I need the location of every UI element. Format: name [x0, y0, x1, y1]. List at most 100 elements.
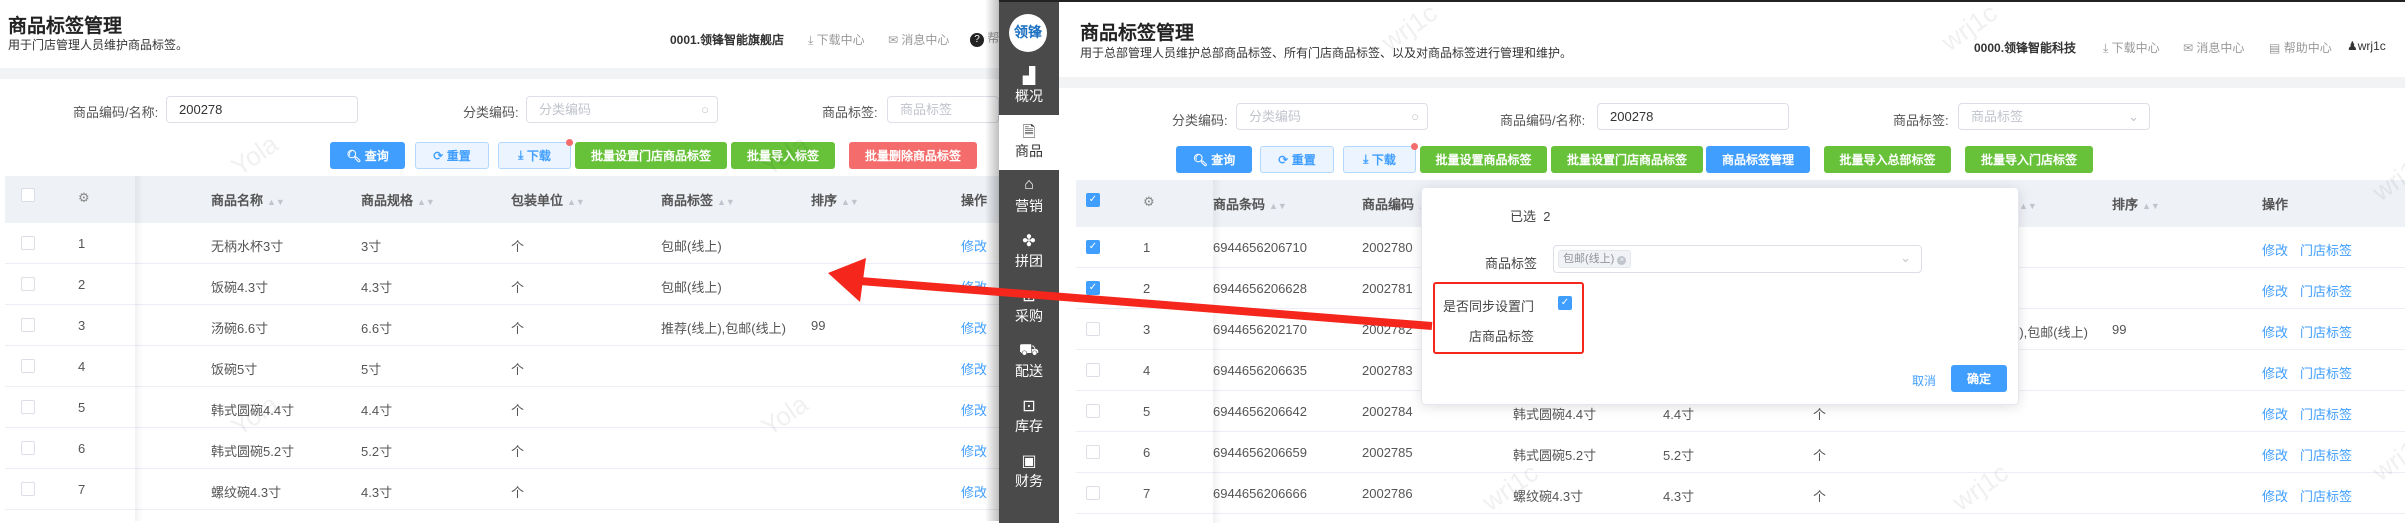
batch-tag-button[interactable]: 批量设置商品标签 — [1420, 146, 1547, 173]
store-tag-link[interactable]: 门店标签 — [2300, 240, 2352, 259]
column-header[interactable]: 排序 ▲▼ — [2112, 194, 2160, 213]
batch-import-button[interactable]: 批量导入标签 — [731, 142, 835, 169]
column-header[interactable]: 商品标签▲▼ — [661, 190, 735, 209]
page-subtitle: 用于总部管理人员维护总部商品标签、所有门店商品标签、以及对商品标签进行管理和维护… — [1080, 46, 1573, 60]
code-input[interactable]: 200278 — [166, 96, 358, 123]
edit-link[interactable]: 修改 — [961, 277, 987, 296]
confirm-button[interactable]: 确定 — [1951, 365, 2007, 392]
edit-link[interactable]: 修改 — [2262, 281, 2288, 300]
row-checkbox[interactable] — [21, 482, 35, 496]
row-checkbox[interactable]: ✓ — [1086, 240, 1100, 254]
sort-icon[interactable]: ▲▼ — [567, 197, 585, 207]
sidebar-item-3[interactable]: ✤ 拼团 — [999, 225, 1059, 280]
sidebar-item-4[interactable]: ⊞ 采购 — [999, 280, 1059, 335]
store-tag-link[interactable]: 门店标签 — [2300, 404, 2352, 423]
sort-icon[interactable]: ▲▼ — [417, 197, 435, 207]
batch-store-tag-button[interactable]: 批量设置门店商品标签 — [575, 142, 727, 169]
row-checkbox[interactable] — [21, 400, 35, 414]
row-checkbox[interactable] — [21, 277, 35, 291]
sidebar-item-0[interactable]: ▟ 概况 — [999, 60, 1059, 115]
help-center-link[interactable]: ▤ 帮助中心 — [2269, 39, 2332, 56]
cell-name: 无柄水杯3寸 — [211, 239, 284, 254]
sort-icon[interactable]: ▲▼ — [717, 197, 735, 207]
tag-select[interactable]: 商品标签 ⌄ — [1958, 103, 2150, 130]
user-menu[interactable]: ♟wrj1c — [2347, 39, 2386, 53]
code-input[interactable]: 200278 — [1597, 103, 1789, 130]
cell-unit: 个 — [511, 362, 525, 377]
settings-gear-icon[interactable]: ⚙ — [78, 190, 90, 206]
store-tag-link[interactable]: 门店标签 — [2300, 363, 2352, 382]
query-button[interactable]: 🔍︎ 查询 — [330, 142, 405, 169]
edit-link[interactable]: 修改 — [961, 441, 987, 460]
cell-spec: 4.3寸 — [361, 485, 393, 500]
message-center-link[interactable]: ✉ 消息中心 — [2183, 39, 2244, 56]
edit-link[interactable]: 修改 — [2262, 240, 2288, 259]
store-tag-link[interactable]: 门店标签 — [2300, 322, 2352, 341]
download-center-link[interactable]: ⤓ 下载中心 — [2103, 39, 2160, 56]
category-input[interactable]: 分类编码 ○ — [1236, 103, 1428, 130]
sidebar-item-7[interactable]: ▣ 财务 — [999, 445, 1059, 500]
message-center-link[interactable]: ✉ 消息中心 — [888, 31, 949, 48]
sort-icon[interactable]: ▲▼ — [841, 197, 859, 207]
chip-close-icon[interactable]: × — [1617, 256, 1627, 265]
row-checkbox[interactable] — [1086, 445, 1100, 459]
row-checkbox[interactable] — [1086, 322, 1100, 336]
sidebar-item-2[interactable]: ⌂ 营销 — [999, 170, 1059, 225]
reset-button[interactable]: ⟳ 重置 — [415, 142, 489, 169]
watermark: Yola — [225, 128, 284, 182]
sort-icon[interactable]: ▲▼ — [267, 197, 285, 207]
category-input[interactable]: 分类编码 ○ — [526, 96, 718, 123]
download-button[interactable]: ⤓ 下载 — [498, 139, 573, 169]
sidebar-item-6[interactable]: ⊡ 库存 — [999, 390, 1059, 445]
row-checkbox[interactable] — [21, 318, 35, 332]
edit-link[interactable]: 修改 — [2262, 486, 2288, 505]
download-button[interactable]: ⤓ 下载 — [1343, 143, 1418, 173]
sidebar-item-1[interactable]: 🗎︎ 商品 — [999, 115, 1059, 170]
sync-store-tag-checkbox[interactable]: ✓ — [1558, 296, 1572, 310]
column-header[interactable]: 商品条码 ▲▼ — [1213, 194, 1287, 213]
batch-delete-button[interactable]: 批量删除商品标签 — [849, 142, 977, 169]
import-store-tag-button[interactable]: 批量导入门店标签 — [1965, 146, 2093, 173]
column-header[interactable]: 包装单位▲▼ — [511, 190, 585, 209]
query-button[interactable]: 🔍︎ 查询 — [1176, 146, 1252, 173]
row-checkbox[interactable]: ✓ — [1086, 281, 1100, 295]
sidebar-item-5[interactable]: ⛟ 配送 — [999, 335, 1059, 390]
store-tag-link[interactable]: 门店标签 — [2300, 281, 2352, 300]
download-center-link[interactable]: ⤓ 下载中心 — [808, 31, 865, 48]
select-all-checkbox[interactable]: ✓ — [1086, 193, 1100, 207]
row-checkbox[interactable] — [1086, 404, 1100, 418]
column-header[interactable]: 商品规格▲▼ — [361, 190, 435, 209]
tag-multiselect[interactable]: 包邮(线上) × ⌄ — [1553, 245, 1922, 273]
store-tag-link[interactable]: 门店标签 — [2300, 486, 2352, 505]
sort-icon[interactable]: ▲▼ — [2142, 201, 2160, 211]
column-header[interactable]: 排序 ▲▼ — [811, 190, 859, 209]
edit-link[interactable]: 修改 — [961, 236, 987, 255]
row-checkbox[interactable] — [21, 359, 35, 373]
reset-button[interactable]: ⟳ 重置 — [1260, 146, 1334, 173]
tag-manage-button[interactable]: 商品标签管理 — [1706, 146, 1810, 173]
settings-gear-icon[interactable]: ⚙ — [1143, 194, 1155, 210]
table-row: 5 韩式圆碗4.4寸 4.4寸 个 修改 — [5, 387, 999, 428]
row-checkbox[interactable] — [21, 441, 35, 455]
row-checkbox[interactable] — [1086, 363, 1100, 377]
edit-link[interactable]: 修改 — [961, 359, 987, 378]
tag-select[interactable]: 商品标签 — [887, 96, 999, 123]
row-checkbox[interactable] — [1086, 486, 1100, 500]
cancel-button[interactable]: 取消 — [1912, 372, 1936, 389]
row-checkbox[interactable] — [21, 236, 35, 250]
edit-link[interactable]: 修改 — [2262, 404, 2288, 423]
sort-icon[interactable]: ▲▼ — [2019, 201, 2037, 211]
edit-link[interactable]: 修改 — [961, 400, 987, 419]
edit-link[interactable]: 修改 — [961, 318, 987, 337]
column-header[interactable]: 商品名称▲▼ — [211, 190, 285, 209]
edit-link[interactable]: 修改 — [2262, 363, 2288, 382]
batch-store-tag-button[interactable]: 批量设置门店商品标签 — [1551, 146, 1703, 173]
select-all-checkbox[interactable] — [21, 188, 35, 202]
import-hq-tag-button[interactable]: 批量导入总部标签 — [1824, 146, 1951, 173]
edit-link[interactable]: 修改 — [2262, 322, 2288, 341]
edit-link[interactable]: 修改 — [961, 482, 987, 501]
edit-link[interactable]: 修改 — [2262, 445, 2288, 464]
sort-icon[interactable]: ▲▼ — [1269, 201, 1287, 211]
cell-barcode: 6944656206628 — [1213, 281, 1307, 296]
store-tag-link[interactable]: 门店标签 — [2300, 445, 2352, 464]
